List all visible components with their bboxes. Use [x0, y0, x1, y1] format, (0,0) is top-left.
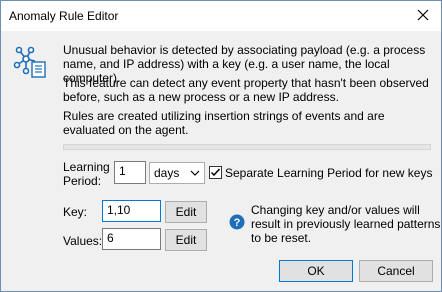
learning-period-label-line2: Period: [63, 174, 102, 188]
separate-learning-period-label[interactable]: Separate Learning Period for new keys [225, 166, 432, 180]
values-edit-button[interactable]: Edit [165, 229, 207, 251]
separate-learning-period-checkbox[interactable] [209, 166, 222, 179]
learning-period-label-line1: Learning [63, 160, 110, 174]
title-bar: Anomaly Rule Editor [1, 1, 441, 31]
learning-period-input[interactable]: 1 [114, 161, 146, 184]
learning-period-unit-value: days [154, 166, 180, 180]
close-icon[interactable] [415, 7, 431, 23]
intro-paragraph-3: Rules are created utilizing insertion st… [63, 109, 385, 137]
values-input[interactable]: 6 [102, 228, 161, 250]
window-title: Anomaly Rule Editor [9, 9, 119, 23]
reset-note-line3: to be reset. [251, 231, 312, 245]
key-input[interactable]: 1,10 [102, 200, 161, 222]
chevron-down-icon [190, 167, 200, 181]
separator [63, 144, 431, 150]
intro-paragraph-2: This feature can detect any event proper… [63, 76, 429, 104]
svg-text:?: ? [234, 217, 241, 229]
dialog-content: Unusual behavior is detected by associat… [1, 31, 441, 291]
ok-button[interactable]: OK [279, 260, 353, 282]
question-icon: ? [229, 214, 245, 230]
network-nodes-icon [13, 45, 47, 79]
reset-note-line1: Changing key and/or values will [251, 203, 420, 217]
reset-note-line2: result in previously learned patterns [251, 217, 441, 231]
learning-period-unit-select[interactable]: days [149, 162, 205, 184]
dialog-window: Anomaly Rule Editor Unusual behavior is … [0, 0, 442, 292]
cancel-button[interactable]: Cancel [359, 260, 433, 282]
key-edit-button[interactable]: Edit [165, 201, 207, 223]
key-label: Key: [63, 205, 88, 219]
values-label: Values: [63, 234, 103, 248]
